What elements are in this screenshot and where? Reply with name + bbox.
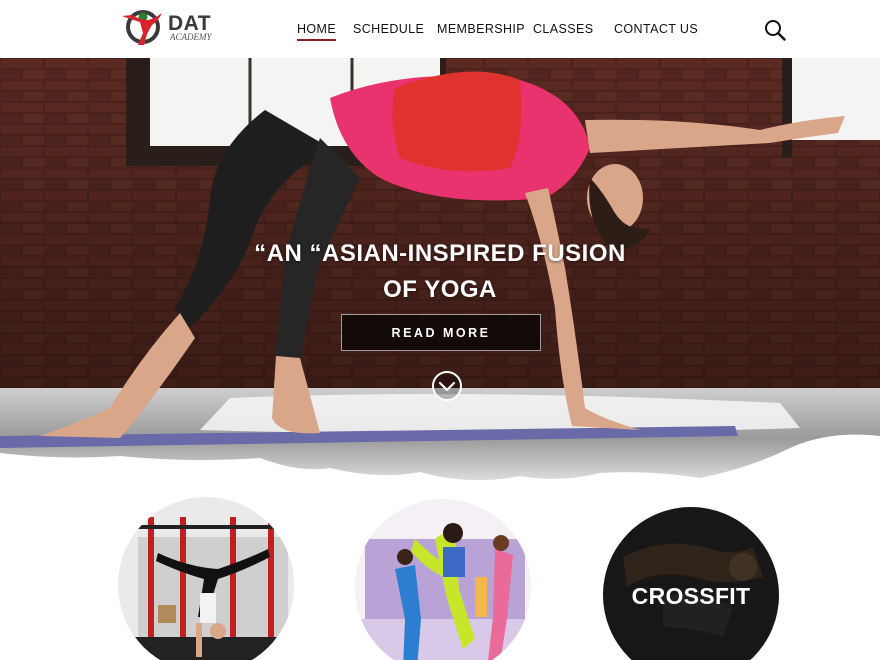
dance-group-image [355,499,531,660]
search-icon[interactable] [764,19,786,41]
class-card-crossfit[interactable]: CROSSFIT [603,507,779,660]
crossfit-label: CROSSFIT [631,583,751,609]
site-header: DAT ACADEMY HOME SCHEDULE MEMBERSHIP CLA… [0,0,880,58]
logo-emblem [122,10,162,45]
gym-handstand-image [118,497,294,660]
nav-membership[interactable]: MEMBERSHIP [437,22,525,36]
read-more-button[interactable]: READ MORE [341,314,541,351]
class-card-gym[interactable] [118,497,294,660]
hero-title-line-1: “AN “ASIAN-INSPIRED FUSION [254,240,626,267]
logo[interactable]: DAT ACADEMY [118,6,228,48]
nav-schedule[interactable]: SCHEDULE [353,22,424,36]
hero-title-line-2: OF YOGA [383,276,497,303]
nav-classes[interactable]: CLASSES [533,22,593,36]
nav-home[interactable]: HOME [297,22,337,41]
chevron-down-circle-icon[interactable] [431,370,463,402]
hero-title: “AN “ASIAN-INSPIRED FUSION OF YOGA [210,236,670,308]
logo-name: DAT [168,11,212,35]
hero-banner: “AN “ASIAN-INSPIRED FUSION OF YOGA READ … [0,58,880,488]
logo-tagline: ACADEMY [170,31,212,42]
nav-contact-us[interactable]: CONTACT US [614,22,698,36]
class-card-dance[interactable] [355,499,531,660]
